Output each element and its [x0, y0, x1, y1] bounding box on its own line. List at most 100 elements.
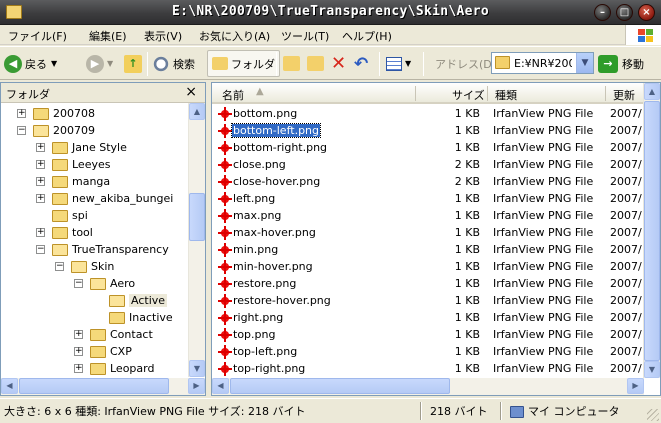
scroll-down-icon[interactable]: ▼ [644, 361, 660, 378]
scroll-left-icon[interactable]: ◀ [212, 378, 229, 394]
explorer-window: E:\NR\200709\TrueTransparency\Skin\Aero … [0, 0, 661, 423]
tree-node-tool[interactable]: + tool [34, 224, 93, 241]
file-row[interactable]: restore-hover.png 1 KB IrfanView PNG File 2… [212, 293, 644, 310]
expand-toggle[interactable]: + [36, 228, 45, 237]
list-horizontal-scrollbar[interactable]: ◀ ▶ [212, 378, 644, 395]
column-divider[interactable] [487, 86, 488, 101]
expand-toggle[interactable]: + [36, 160, 45, 169]
expand-toggle[interactable]: + [74, 347, 83, 356]
file-row[interactable]: bottom.png 1 KB IrfanView PNG File 2007/ [212, 106, 644, 123]
collapse-toggle[interactable]: − [17, 126, 26, 135]
collapse-toggle[interactable]: − [74, 279, 83, 288]
tree-node-jane-style[interactable]: + Jane Style [34, 139, 127, 156]
expand-toggle[interactable]: + [17, 109, 26, 118]
column-header-date[interactable]: 更新 [613, 87, 635, 103]
address-input[interactable]: E:¥NR¥2007( [514, 57, 572, 70]
move-to-button[interactable] [283, 50, 303, 77]
address-bar[interactable]: E:¥NR¥2007( ▼ [491, 52, 594, 74]
tree-vertical-scrollbar[interactable]: ▲ ▼ [188, 103, 205, 377]
close-button[interactable]: × [638, 4, 655, 21]
maximize-button[interactable]: □ [616, 4, 633, 21]
column-header-name[interactable]: 名前 [222, 87, 244, 103]
file-row[interactable]: top-right.png 1 KB IrfanView PNG File 2007/ [212, 361, 644, 378]
scroll-right-icon[interactable]: ▶ [627, 378, 644, 394]
file-row[interactable]: left.png 1 KB IrfanView PNG File 2007/ [212, 191, 644, 208]
file-row[interactable]: min.png 1 KB IrfanView PNG File 2007/ [212, 242, 644, 259]
delete-button[interactable]: ✕ [331, 50, 346, 77]
file-size: 2 KB [454, 175, 480, 188]
collapse-toggle[interactable]: − [36, 245, 45, 254]
tree-node-spi[interactable]: spi [34, 207, 88, 224]
expand-toggle[interactable]: + [36, 143, 45, 152]
scroll-down-icon[interactable]: ▼ [189, 360, 205, 377]
resize-grip-icon[interactable] [647, 409, 659, 421]
scroll-right-icon[interactable]: ▶ [188, 378, 205, 394]
undo-button[interactable]: ↶ [354, 50, 368, 77]
file-row-selected[interactable]: bottom-left.png 1 KB IrfanView PNG File 200… [212, 123, 644, 140]
expand-toggle[interactable]: + [36, 177, 45, 186]
views-dropdown-icon[interactable]: ▼ [405, 59, 411, 68]
file-row[interactable]: close.png 2 KB IrfanView PNG File 2007/ [212, 157, 644, 174]
scroll-thumb[interactable] [230, 378, 450, 394]
column-divider[interactable] [415, 86, 416, 101]
file-row[interactable]: top.png 1 KB IrfanView PNG File 2007/ [212, 327, 644, 344]
expand-toggle[interactable]: + [36, 194, 45, 203]
scroll-thumb[interactable] [189, 193, 205, 241]
scroll-left-icon[interactable]: ◀ [1, 378, 18, 394]
menu-edit[interactable]: 編集(E) [89, 28, 127, 44]
tree-node-200709[interactable]: − 200709 [15, 122, 95, 139]
up-button[interactable]: ↑ [124, 50, 145, 77]
tree-node-inactive[interactable]: Inactive [91, 309, 173, 326]
minimize-button[interactable]: – [594, 4, 611, 21]
tree-node-new-akiba-bungei[interactable]: + new_akiba_bungei [34, 190, 173, 207]
folders-button[interactable]: フォルダ [207, 50, 280, 77]
column-header-size[interactable]: サイズ [452, 87, 485, 103]
tree-node-aero[interactable]: − Aero [72, 275, 135, 292]
back-button[interactable]: ◀ 戻る ▼ [4, 50, 57, 77]
menu-help[interactable]: ヘルプ(H) [342, 28, 392, 44]
title-bar[interactable]: E:\NR\200709\TrueTransparency\Skin\Aero … [0, 0, 661, 25]
expand-toggle[interactable]: + [74, 364, 83, 373]
column-header-type[interactable]: 種類 [495, 87, 517, 103]
copy-to-button[interactable] [307, 50, 327, 77]
search-button[interactable]: 検索 [152, 50, 195, 77]
views-button[interactable]: ▼ [386, 50, 411, 77]
tree-node-truetransparency[interactable]: − TrueTransparency [34, 241, 169, 258]
tree-node-skin[interactable]: − Skin [53, 258, 114, 275]
tree-node-200708[interactable]: + 200708 [15, 105, 95, 122]
collapse-toggle[interactable]: − [55, 262, 64, 271]
forward-button[interactable]: ▶ ▼ [86, 50, 113, 77]
file-row[interactable]: close-hover.png 2 KB IrfanView PNG File 200… [212, 174, 644, 191]
tree-node-leeyes[interactable]: + Leeyes [34, 156, 110, 173]
scroll-thumb[interactable] [644, 101, 660, 361]
forward-dropdown-icon[interactable]: ▼ [107, 59, 113, 68]
close-pane-icon[interactable]: × [185, 84, 197, 100]
file-row[interactable]: max.png 1 KB IrfanView PNG File 2007/ [212, 208, 644, 225]
menu-tools[interactable]: ツール(T) [281, 28, 329, 44]
tree-node-manga[interactable]: + manga [34, 173, 110, 190]
file-type: IrfanView PNG File [493, 277, 594, 290]
menu-view[interactable]: 表示(V) [144, 28, 182, 44]
menu-file[interactable]: ファイル(F) [8, 28, 67, 44]
scroll-thumb[interactable] [19, 378, 169, 394]
tree-node-cxp[interactable]: + CXP [72, 343, 132, 360]
file-row[interactable]: right.png 1 KB IrfanView PNG File 2007/ [212, 310, 644, 327]
tree-node-leopard[interactable]: + Leopard [72, 360, 154, 377]
list-vertical-scrollbar[interactable]: ▲ ▼ [643, 83, 660, 378]
file-row[interactable]: top-left.png 1 KB IrfanView PNG File 2007/ [212, 344, 644, 361]
column-divider[interactable] [605, 86, 606, 101]
file-row[interactable]: min-hover.png 1 KB IrfanView PNG File 2007/ [212, 259, 644, 276]
scroll-up-icon[interactable]: ▲ [644, 83, 660, 100]
menu-favorites[interactable]: お気に入り(A) [199, 28, 270, 44]
file-row[interactable]: bottom-right.png 1 KB IrfanView PNG File 20… [212, 140, 644, 157]
address-dropdown-icon[interactable]: ▼ [576, 53, 593, 73]
tree-node-contact[interactable]: + Contact [72, 326, 153, 343]
scroll-up-icon[interactable]: ▲ [189, 103, 205, 120]
file-row[interactable]: max-hover.png 1 KB IrfanView PNG File 2007/ [212, 225, 644, 242]
go-button[interactable]: → 移動 [598, 53, 644, 75]
expand-toggle[interactable]: + [74, 330, 83, 339]
file-row[interactable]: restore.png 1 KB IrfanView PNG File 2007/ [212, 276, 644, 293]
tree-node-active[interactable]: Active [91, 292, 168, 309]
tree-horizontal-scrollbar[interactable]: ◀ ▶ [1, 378, 205, 395]
back-dropdown-icon[interactable]: ▼ [51, 59, 57, 68]
